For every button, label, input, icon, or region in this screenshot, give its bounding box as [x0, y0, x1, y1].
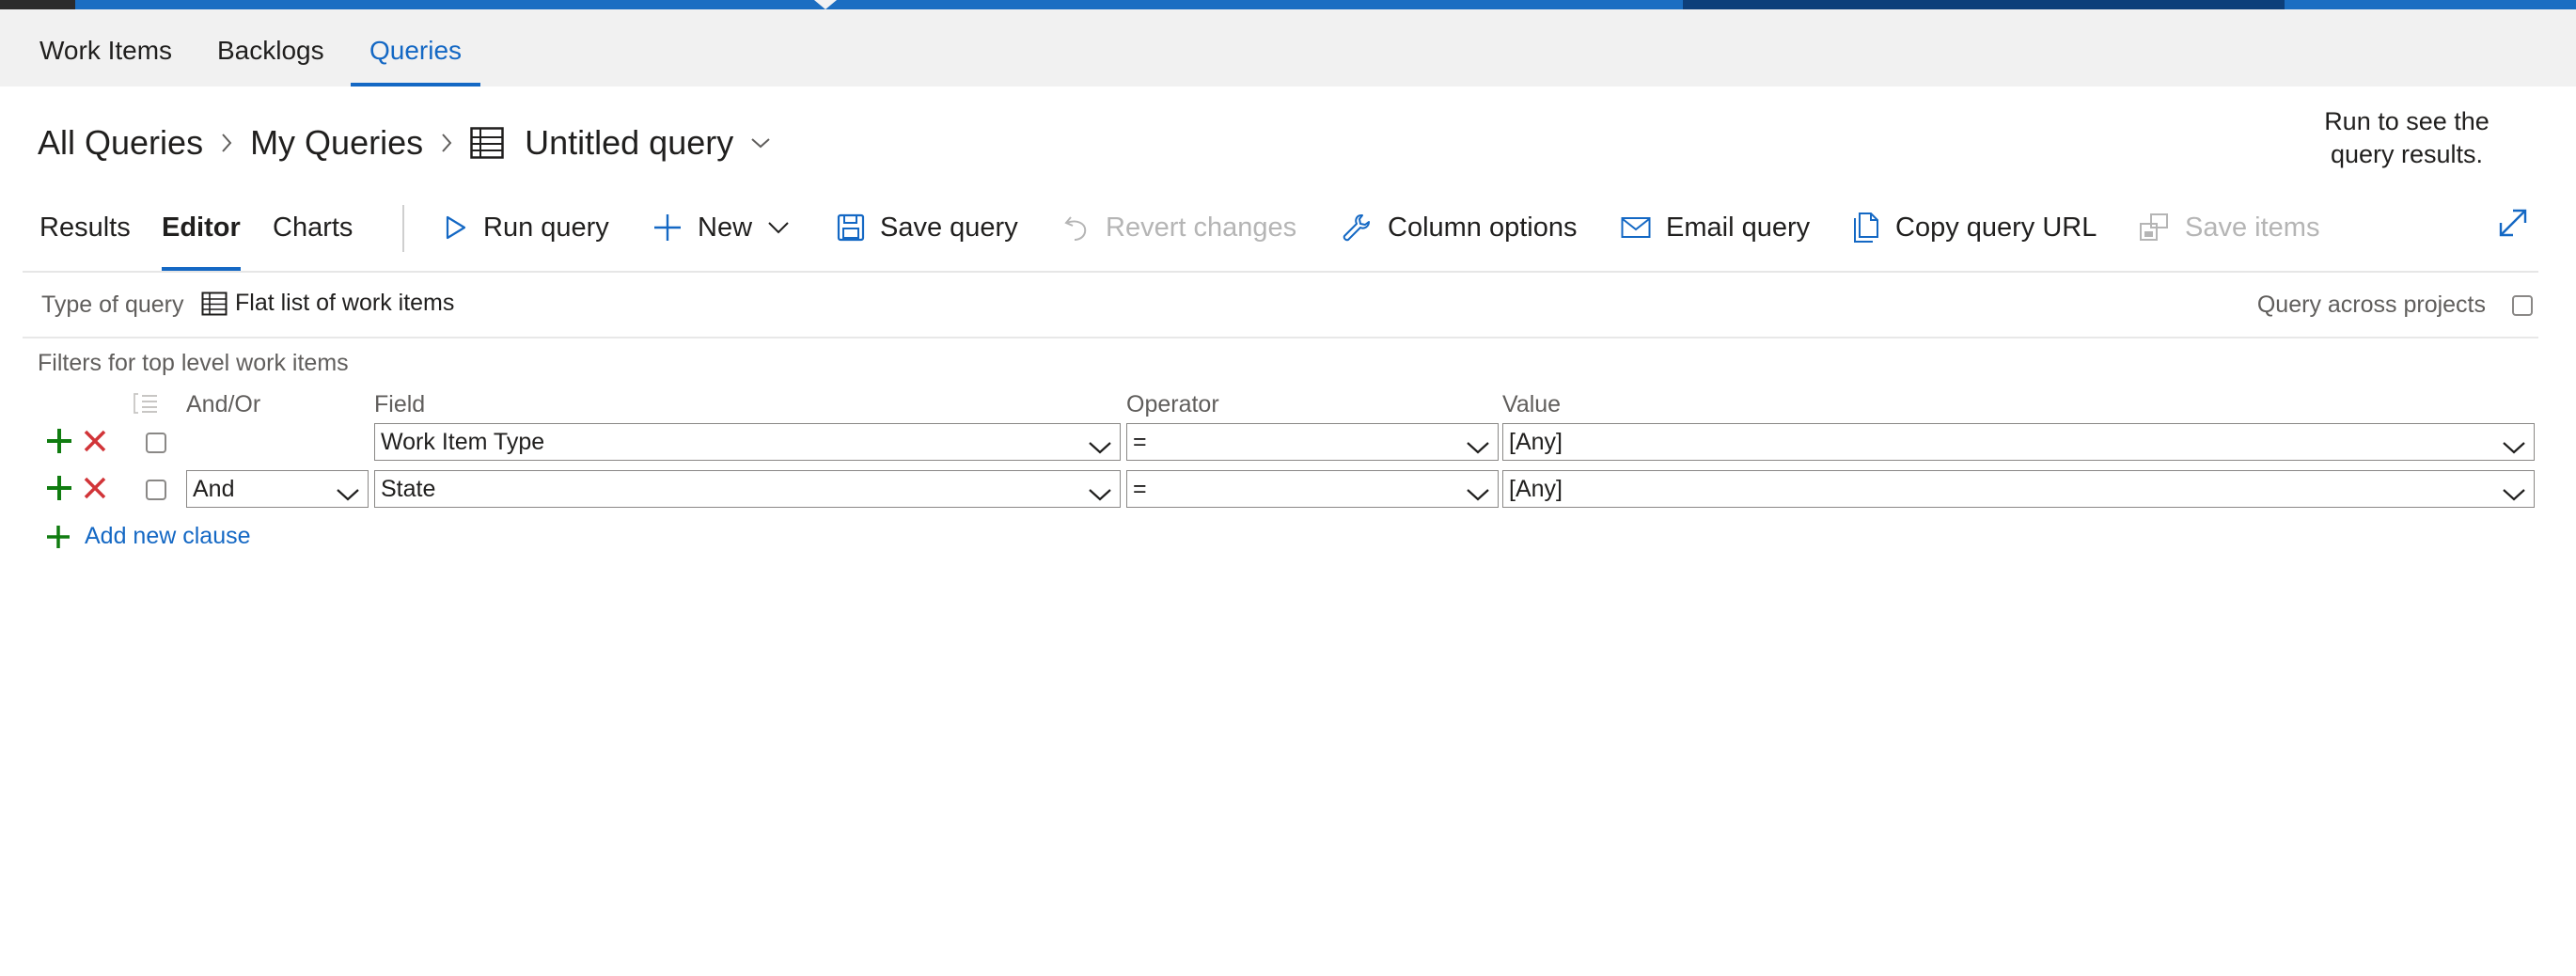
header-andor: And/Or	[186, 391, 261, 417]
chevron-down-icon	[767, 221, 790, 234]
column-options-label: Column options	[1388, 212, 1578, 243]
save-query-button[interactable]: Save query	[837, 188, 1018, 267]
view-tab-editor[interactable]: Editor	[162, 188, 241, 271]
clause-checkbox[interactable]	[146, 433, 166, 453]
run-query-button[interactable]: Run query	[444, 188, 609, 267]
run-query-label: Run query	[483, 212, 609, 243]
copy-query-url-label: Copy query URL	[1895, 212, 2097, 243]
query-title[interactable]: Untitled query	[525, 123, 733, 163]
query-across-projects-checkbox[interactable]	[2512, 295, 2533, 316]
tab-backlogs[interactable]: Backlogs	[217, 9, 324, 87]
filters-title: Filters for top level work items	[38, 350, 349, 376]
value-select-value: [Any]	[1509, 429, 1563, 455]
value-select-value: [Any]	[1509, 476, 1563, 502]
expand-icon[interactable]	[2497, 207, 2529, 244]
column-options-button[interactable]: Column options	[1341, 188, 1578, 267]
chevron-down-icon	[1088, 432, 1112, 467]
add-clause-icon[interactable]	[45, 427, 73, 460]
breadcrumb: All Queries My Queries Untitled query	[38, 113, 771, 173]
toolbar: Results Editor Charts Run query New Save…	[23, 188, 2538, 273]
query-type-selector[interactable]: Flat list of work items	[201, 290, 454, 317]
chevron-down-icon[interactable]	[750, 136, 771, 150]
mail-icon	[1621, 216, 1651, 239]
tab-work-items[interactable]: Work Items	[39, 9, 172, 87]
save-items-button[interactable]: Save items	[2138, 188, 2319, 267]
view-tab-results[interactable]: Results	[39, 188, 131, 271]
chevron-right-icon	[423, 132, 470, 154]
toolbar-divider	[402, 205, 404, 252]
revert-changes-label: Revert changes	[1106, 212, 1297, 243]
run-hint: Run to see the query results.	[2324, 107, 2490, 168]
save-icon	[837, 213, 865, 242]
chevron-down-icon	[2502, 432, 2526, 467]
header-operator: Operator	[1126, 391, 1219, 417]
field-select[interactable]: State	[374, 470, 1121, 508]
chevron-down-icon	[1088, 479, 1112, 514]
query-grid-icon	[470, 127, 504, 159]
copy-icon	[1852, 212, 1880, 244]
value-select[interactable]: [Any]	[1502, 423, 2535, 461]
chevron-right-icon	[203, 132, 250, 154]
plus-icon	[47, 525, 70, 548]
operator-select-value: =	[1133, 476, 1147, 502]
delete-clause-icon[interactable]	[83, 429, 107, 458]
sub-navigation: Work Items Backlogs Queries	[0, 9, 2576, 87]
header-field: Field	[374, 391, 426, 417]
header-value: Value	[1502, 391, 1562, 417]
andor-select[interactable]: And	[186, 470, 369, 508]
top-strip	[0, 0, 2576, 9]
email-query-button[interactable]: Email query	[1621, 188, 1810, 267]
top-strip-notch	[814, 0, 837, 9]
top-strip-navy	[1683, 0, 2285, 9]
save-items-icon	[2138, 213, 2170, 243]
new-button[interactable]: New	[652, 188, 790, 267]
save-query-label: Save query	[880, 212, 1018, 243]
field-select[interactable]: Work Item Type	[374, 423, 1121, 461]
breadcrumb-all-queries[interactable]: All Queries	[38, 123, 203, 163]
value-select[interactable]: [Any]	[1502, 470, 2535, 508]
save-items-label: Save items	[2185, 212, 2320, 243]
query-type-row: Type of query Flat list of work items Qu…	[23, 275, 2538, 338]
chevron-down-icon	[1466, 432, 1490, 467]
breadcrumb-my-queries[interactable]: My Queries	[250, 123, 423, 163]
operator-select[interactable]: =	[1126, 470, 1499, 508]
clause-checkbox[interactable]	[146, 480, 166, 500]
clause-row: Work Item Type = [Any]	[0, 423, 2576, 463]
query-type-value: Flat list of work items	[235, 290, 455, 316]
email-query-label: Email query	[1666, 212, 1811, 243]
query-across-projects-label: Query across projects	[2256, 291, 2486, 318]
copy-query-url-button[interactable]: Copy query URL	[1852, 188, 2097, 267]
add-new-clause-button[interactable]: Add new clause	[45, 523, 251, 550]
play-icon	[444, 214, 468, 241]
operator-select-value: =	[1133, 429, 1147, 455]
view-tab-charts[interactable]: Charts	[273, 188, 353, 271]
revert-changes-button[interactable]: Revert changes	[1062, 188, 1296, 267]
operator-select[interactable]: =	[1126, 423, 1499, 461]
group-clauses-icon[interactable]	[132, 391, 160, 420]
field-select-value: State	[381, 476, 436, 502]
undo-icon	[1062, 213, 1091, 242]
chevron-down-icon	[2502, 479, 2526, 514]
add-new-clause-label: Add new clause	[85, 523, 251, 549]
tab-queries[interactable]: Queries	[350, 9, 481, 87]
wrench-icon	[1341, 212, 1373, 244]
chevron-down-icon	[1466, 479, 1490, 514]
andor-select-value: And	[193, 476, 235, 502]
top-strip-dark	[0, 0, 75, 9]
query-type-label: Type of query	[41, 291, 184, 318]
chevron-down-icon	[336, 479, 360, 514]
clause-row: And State = [Any]	[0, 470, 2576, 510]
delete-clause-icon[interactable]	[83, 476, 107, 505]
flat-list-icon	[201, 291, 228, 315]
add-clause-icon[interactable]	[45, 474, 73, 507]
plus-icon	[652, 213, 683, 243]
field-select-value: Work Item Type	[381, 429, 545, 455]
new-label: New	[698, 212, 753, 243]
